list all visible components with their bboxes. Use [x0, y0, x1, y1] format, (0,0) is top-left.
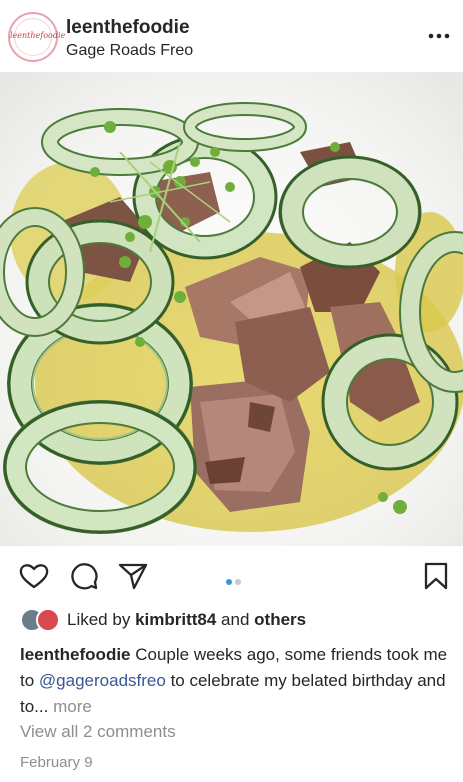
caption-mention[interactable]: @gageroadsfreo	[39, 671, 166, 690]
more-options-icon[interactable]	[427, 26, 451, 46]
likes-prefix: Liked by	[67, 610, 131, 629]
likes-text: Liked by kimbritt84 and others	[67, 610, 306, 630]
post-username[interactable]: leenthefoodie	[66, 17, 190, 39]
post-location[interactable]: Gage Roads Freo	[66, 42, 193, 60]
bookmark-icon[interactable]	[420, 560, 452, 592]
view-comments-link[interactable]: View all 2 comments	[20, 722, 176, 742]
comment-icon[interactable]	[68, 560, 100, 592]
caption-more-link[interactable]: more	[53, 697, 92, 716]
avatar[interactable]: leenthefoodie	[8, 12, 66, 62]
likes-others-link[interactable]: others	[254, 610, 306, 629]
post-date: February 9	[20, 754, 93, 771]
avatar-logo-text: leenthefoodie	[10, 31, 66, 40]
share-icon[interactable]	[117, 560, 149, 592]
liker-username[interactable]: kimbritt84	[135, 610, 216, 629]
liker-avatar	[36, 608, 60, 632]
heart-icon[interactable]	[18, 560, 50, 592]
carousel-dot	[235, 579, 241, 585]
post-header: leenthefoodie leenthefoodie Gage Roads F…	[0, 0, 463, 72]
carousel-indicator	[226, 572, 244, 590]
post-image[interactable]	[0, 72, 463, 546]
caption-username[interactable]: leenthefoodie	[20, 645, 131, 664]
post-caption: leenthefoodie Couple weeks ago, some fri…	[20, 642, 448, 720]
likes-joiner: and	[221, 610, 250, 629]
liker-avatars	[20, 608, 62, 632]
post-actions-bar	[0, 546, 463, 606]
carousel-dot-active	[226, 579, 232, 585]
